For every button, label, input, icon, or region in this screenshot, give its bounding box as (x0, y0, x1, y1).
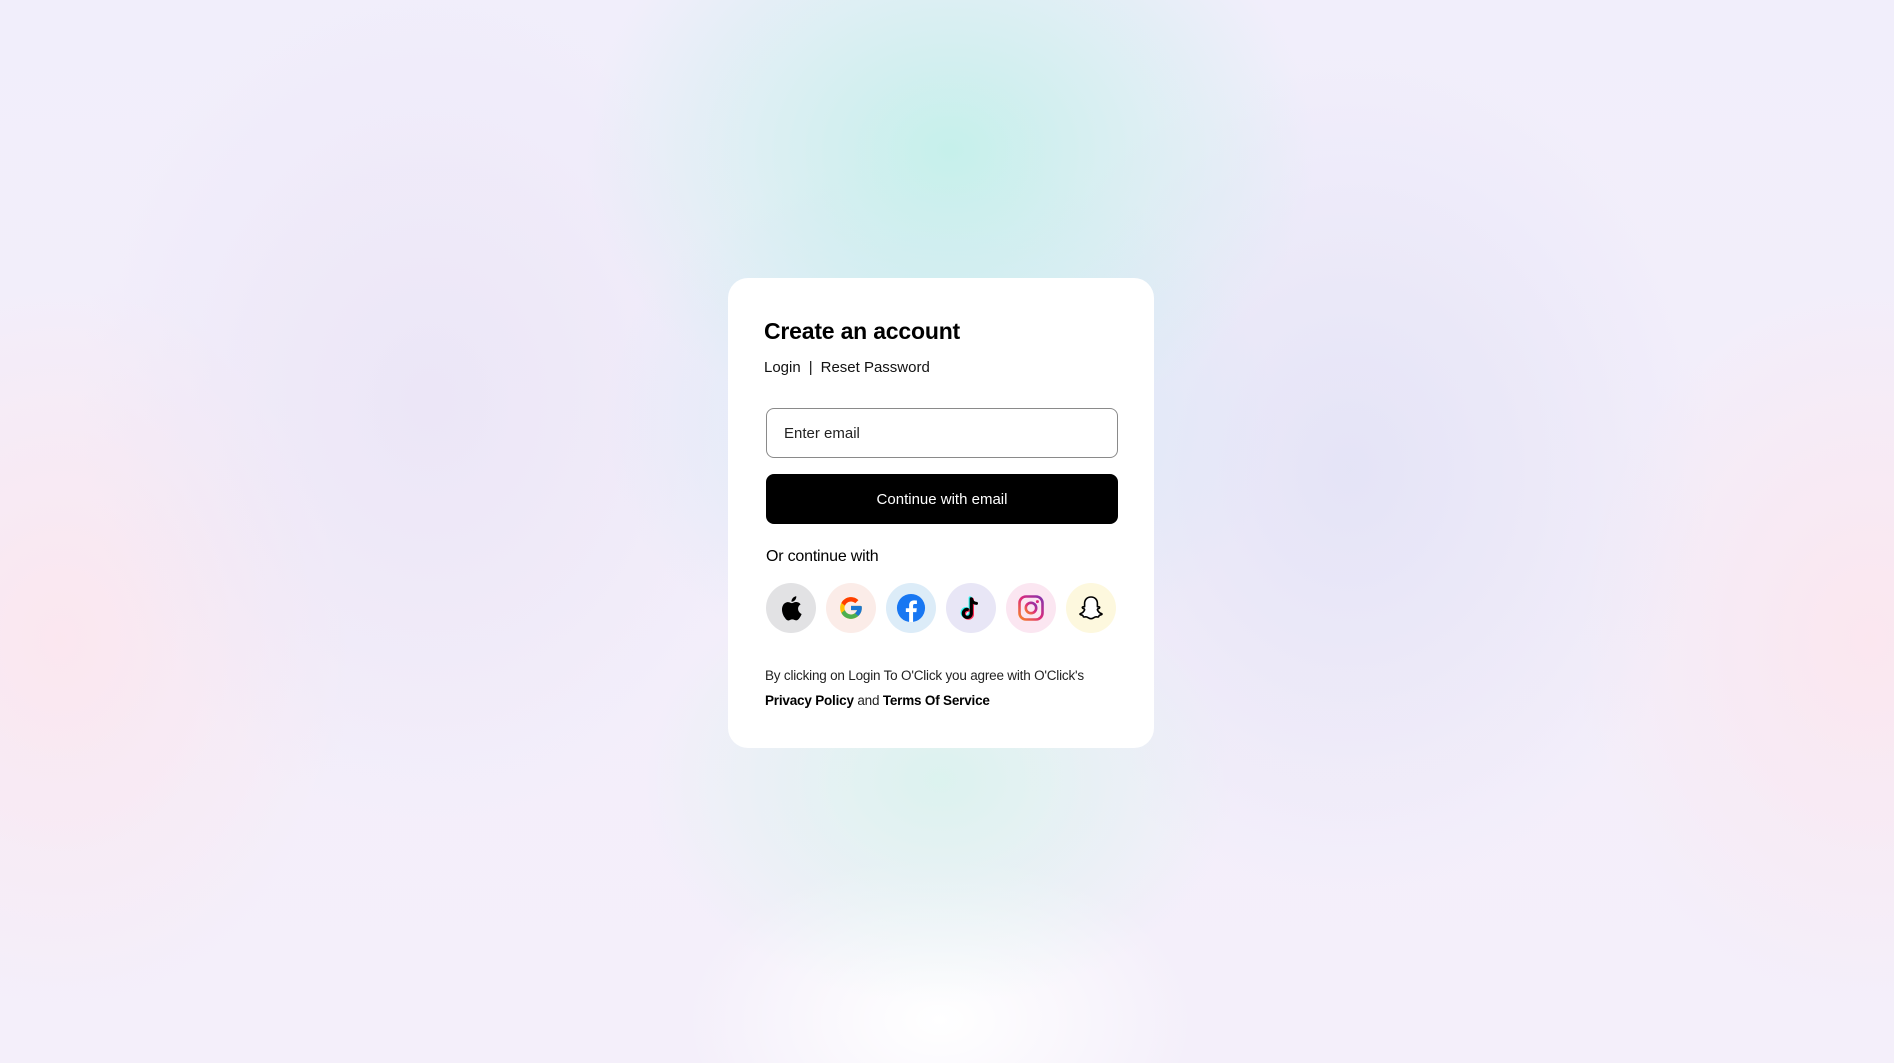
privacy-policy-link[interactable]: Privacy Policy (765, 693, 854, 708)
email-field[interactable] (766, 408, 1118, 458)
instagram-icon (1018, 595, 1044, 621)
auth-links: Login | Reset Password (764, 359, 930, 376)
reset-password-link[interactable]: Reset Password (821, 359, 930, 376)
snapchat-login-button[interactable] (1066, 583, 1116, 633)
page-title: Create an account (764, 318, 960, 344)
social-login-row (766, 583, 1116, 633)
instagram-login-button[interactable] (1006, 583, 1056, 633)
tiktok-login-button[interactable] (946, 583, 996, 633)
facebook-login-button[interactable] (886, 583, 936, 633)
terms-and: and (857, 693, 880, 708)
apple-icon (781, 596, 802, 621)
google-icon (840, 597, 862, 619)
signup-card: Create an account Login | Reset Password… (728, 278, 1154, 748)
link-separator: | (808, 359, 813, 376)
tiktok-icon (960, 596, 978, 620)
terms-notice: By clicking on Login To O'Click you agre… (765, 663, 1125, 713)
or-continue-label: Or continue with (766, 548, 879, 565)
facebook-icon (896, 593, 926, 623)
terms-of-service-link[interactable]: Terms Of Service (883, 693, 990, 708)
apple-login-button[interactable] (766, 583, 816, 633)
terms-prefix: By clicking on Login To O'Click you agre… (765, 668, 1084, 683)
continue-with-email-button[interactable]: Continue with email (766, 474, 1118, 524)
snapchat-icon (1079, 596, 1103, 620)
google-login-button[interactable] (826, 583, 876, 633)
login-link[interactable]: Login (764, 359, 801, 376)
